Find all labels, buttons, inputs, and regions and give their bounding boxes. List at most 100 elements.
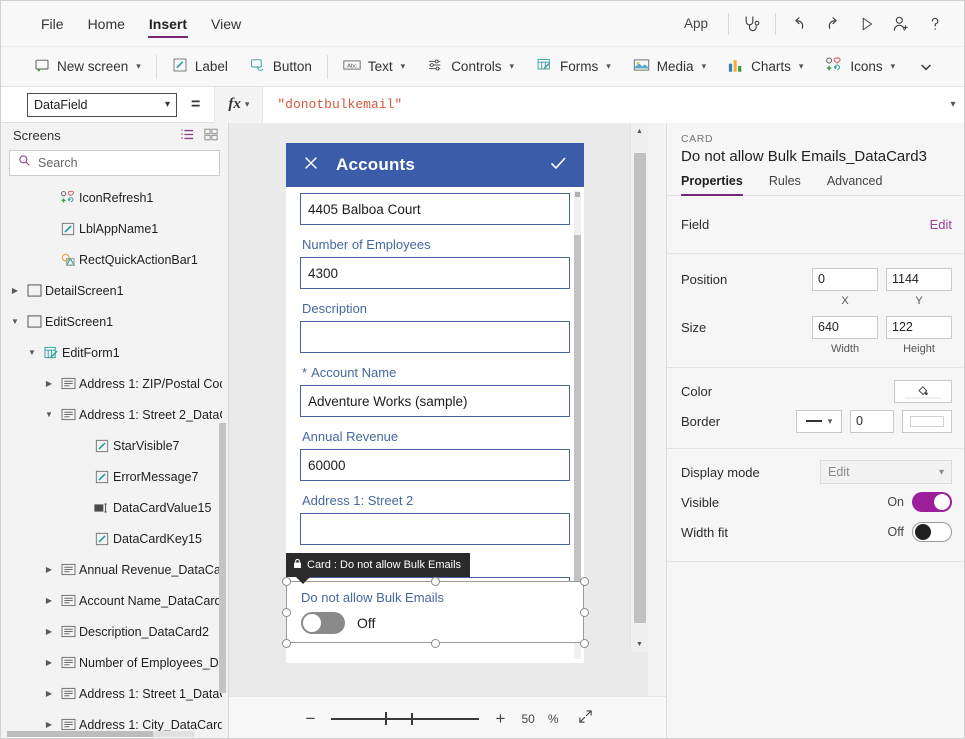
zoom-out-button[interactable]: − bbox=[302, 709, 318, 729]
undo-icon[interactable] bbox=[782, 7, 816, 41]
tree-search-input[interactable]: Search bbox=[38, 156, 78, 170]
tree-twisty[interactable]: ▶ bbox=[41, 596, 57, 605]
tree-twisty[interactable]: ▶ bbox=[41, 658, 57, 667]
tree-twisty[interactable]: ▶ bbox=[41, 689, 57, 698]
share-user-icon[interactable] bbox=[884, 7, 918, 41]
tree-vertical-scrollbar[interactable] bbox=[219, 423, 226, 693]
position-y-input[interactable]: 1144 bbox=[886, 268, 952, 291]
ribbon-text-button[interactable]: Abc Text ▾ bbox=[334, 50, 414, 84]
zoom-slider-thumb[interactable] bbox=[385, 712, 387, 725]
collapse-arrow-icon[interactable]: ▼ bbox=[45, 410, 53, 419]
expand-arrow-icon[interactable]: ▶ bbox=[46, 720, 52, 729]
expand-arrow-icon[interactable]: ▶ bbox=[46, 658, 52, 667]
fill-bucket-icon[interactable] bbox=[894, 380, 952, 403]
tab-rules[interactable]: Rules bbox=[769, 174, 801, 195]
property-select[interactable]: DataField ▾ bbox=[27, 93, 177, 117]
expand-arrow-icon[interactable]: ▶ bbox=[12, 286, 18, 295]
form-input-annual-revenue[interactable]: 60000 bbox=[300, 449, 570, 481]
bulk-email-toggle[interactable] bbox=[301, 612, 345, 634]
border-color-swatch[interactable] bbox=[902, 410, 952, 433]
ribbon-new-screen-button[interactable]: New screen ▾ bbox=[25, 50, 150, 84]
tree-node[interactable]: ▼EditScreen1 bbox=[1, 306, 228, 337]
border-style-select[interactable]: ▾ bbox=[796, 410, 842, 433]
resize-handle-tc[interactable] bbox=[431, 577, 440, 586]
tree-horizontal-scrollbar[interactable] bbox=[7, 731, 194, 737]
tree-node[interactable]: ▶DetailScreen1 bbox=[1, 275, 228, 306]
redo-icon[interactable] bbox=[816, 7, 850, 41]
resize-handle-bl[interactable] bbox=[282, 639, 291, 648]
form-input-account-name[interactable]: Adventure Works (sample) bbox=[300, 385, 570, 417]
menu-tab-view[interactable]: View bbox=[199, 1, 253, 47]
menu-tab-home[interactable]: Home bbox=[76, 1, 137, 47]
tree-node[interactable]: ▼EditForm1 bbox=[1, 337, 228, 368]
stethoscope-icon[interactable] bbox=[735, 7, 769, 41]
ribbon-button-button[interactable]: Button bbox=[241, 50, 321, 84]
formula-expand-icon[interactable]: ▾ bbox=[940, 99, 965, 110]
tab-advanced[interactable]: Advanced bbox=[827, 174, 883, 195]
tree-twisty[interactable]: ▶ bbox=[41, 720, 57, 729]
collapse-arrow-icon[interactable]: ▼ bbox=[11, 317, 19, 326]
fit-screen-icon[interactable] bbox=[578, 709, 593, 729]
ribbon-overflow-button[interactable] bbox=[908, 50, 944, 84]
position-x-input[interactable]: 0 bbox=[812, 268, 878, 291]
resize-handle-tl[interactable] bbox=[282, 577, 291, 586]
tree-twisty[interactable]: ▼ bbox=[7, 317, 23, 326]
field-edit-link[interactable]: Edit bbox=[930, 217, 952, 232]
size-width-input[interactable]: 640 bbox=[812, 316, 878, 339]
collapse-arrow-icon[interactable]: ▼ bbox=[28, 348, 36, 357]
app-menu-button[interactable]: App bbox=[670, 16, 722, 31]
ribbon-controls-button[interactable]: Controls ▾ bbox=[418, 50, 523, 84]
zoom-slider[interactable] bbox=[331, 712, 479, 726]
tree-twisty[interactable]: ▼ bbox=[41, 410, 57, 419]
tab-properties[interactable]: Properties bbox=[681, 174, 743, 195]
resize-handle-mr[interactable] bbox=[580, 608, 589, 617]
tree-node[interactable]: ▶Account Name_DataCard2 bbox=[1, 585, 228, 616]
tree-view-icon[interactable] bbox=[180, 128, 194, 144]
expand-arrow-icon[interactable]: ▶ bbox=[46, 627, 52, 636]
canvas-vertical-scrollbar[interactable]: ▲ ▼ bbox=[630, 123, 648, 652]
tree-node[interactable]: ▶Description_DataCard2 bbox=[1, 616, 228, 647]
expand-arrow-icon[interactable]: ▶ bbox=[46, 565, 52, 574]
tree-node[interactable]: ▶Number of Employees_Data bbox=[1, 647, 228, 678]
expand-arrow-icon[interactable]: ▶ bbox=[46, 689, 52, 698]
close-icon[interactable] bbox=[302, 154, 320, 177]
ribbon-label-button[interactable]: Label bbox=[163, 50, 237, 84]
tree-search-box[interactable]: Search bbox=[9, 150, 220, 176]
scroll-down-icon[interactable]: ▼ bbox=[631, 636, 649, 652]
tree-node[interactable]: ▶Annual Revenue_DataCard2 bbox=[1, 554, 228, 585]
form-input-description[interactable] bbox=[300, 321, 570, 353]
tree-node[interactable]: ▶Address 1: ZIP/Postal Code_ bbox=[1, 368, 228, 399]
canvas-scroll-track[interactable] bbox=[631, 139, 649, 636]
size-height-input[interactable]: 122 bbox=[886, 316, 952, 339]
scroll-up-icon[interactable]: ▲ bbox=[631, 123, 649, 139]
tree-node[interactable]: IconRefresh1 bbox=[1, 182, 228, 213]
border-width-input[interactable]: 0 bbox=[850, 410, 894, 433]
menu-tab-insert[interactable]: Insert bbox=[137, 1, 199, 47]
selected-datacard[interactable]: Do not allow Bulk Emails Off bbox=[286, 581, 584, 643]
width-fit-toggle[interactable] bbox=[912, 522, 952, 542]
visible-toggle[interactable] bbox=[912, 492, 952, 512]
expand-arrow-icon[interactable]: ▶ bbox=[46, 379, 52, 388]
ribbon-forms-button[interactable]: Forms ▾ bbox=[527, 50, 620, 84]
tree-twisty[interactable]: ▼ bbox=[24, 348, 40, 357]
tree-twisty[interactable]: ▶ bbox=[7, 286, 23, 295]
ribbon-icons-button[interactable]: Icons ▾ bbox=[816, 50, 904, 84]
resize-handle-ml[interactable] bbox=[282, 608, 291, 617]
thumbnail-view-icon[interactable] bbox=[204, 128, 218, 144]
tree-node[interactable]: DataCardValue15 bbox=[1, 492, 228, 523]
tree-node[interactable]: RectQuickActionBar1 bbox=[1, 244, 228, 275]
check-icon[interactable] bbox=[548, 153, 568, 178]
tree-node[interactable]: ▼Address 1: Street 2_DataCar bbox=[1, 399, 228, 430]
form-input-street1[interactable]: 4405 Balboa Court bbox=[300, 193, 570, 225]
canvas-scroll-thumb[interactable] bbox=[634, 153, 646, 623]
form-input-street2[interactable] bbox=[300, 513, 570, 545]
form-input-number-of-employees[interactable]: 4300 bbox=[300, 257, 570, 289]
tree-node[interactable]: ▶Address 1: Street 1_DataCar bbox=[1, 678, 228, 709]
tree-node[interactable]: ErrorMessage7 bbox=[1, 461, 228, 492]
fx-icon[interactable]: fx ▾ bbox=[215, 87, 263, 123]
help-icon[interactable] bbox=[918, 7, 952, 41]
resize-handle-tr[interactable] bbox=[580, 577, 589, 586]
formula-input[interactable]: "donotbulkemail" bbox=[263, 97, 940, 112]
ribbon-media-button[interactable]: Media ▾ bbox=[624, 50, 715, 84]
ribbon-charts-button[interactable]: Charts ▾ bbox=[719, 50, 812, 84]
